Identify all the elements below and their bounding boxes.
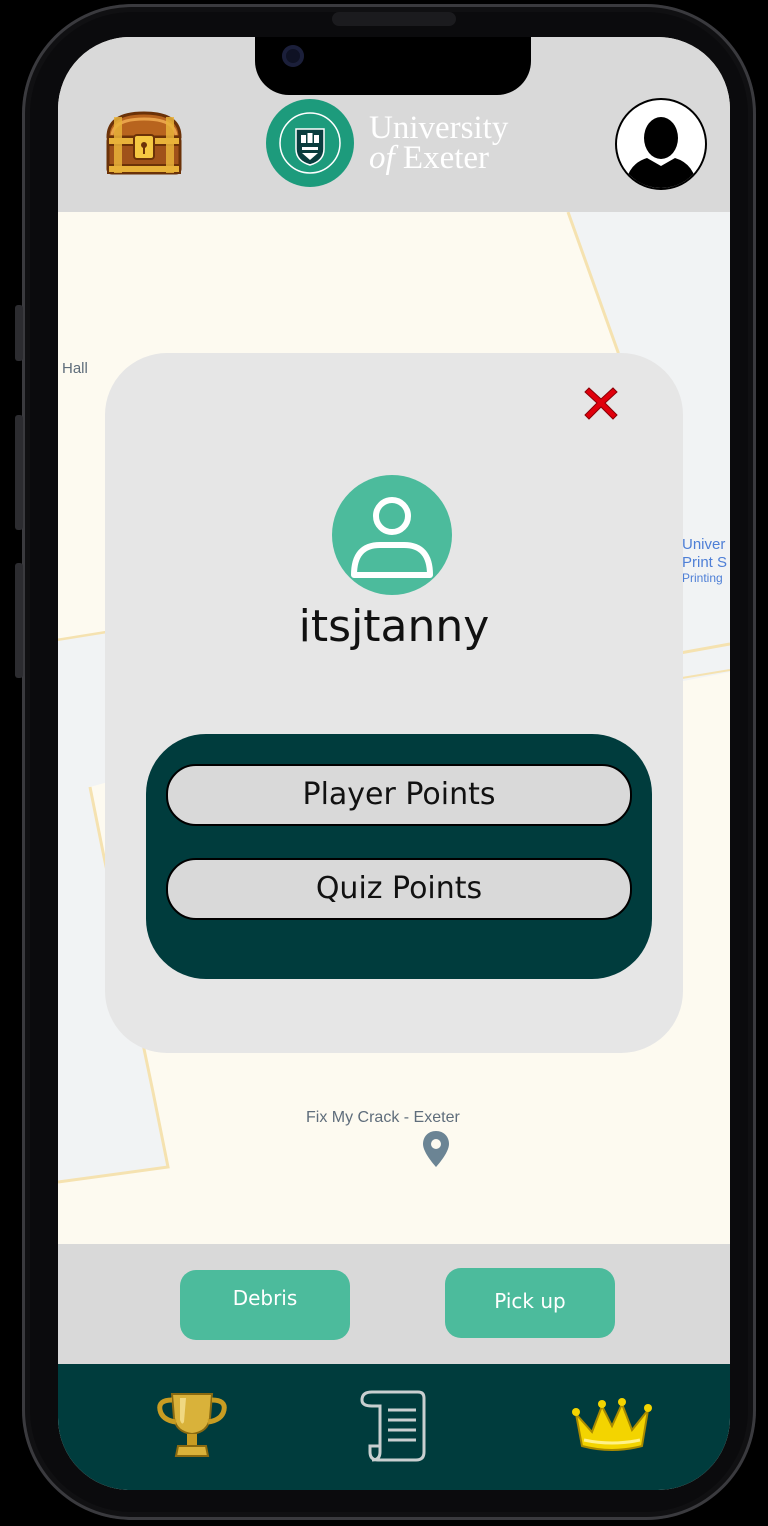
mute-switch [15, 305, 23, 361]
treasure-chest-icon[interactable] [102, 107, 186, 179]
university-wordmark: University of Exeter [369, 110, 509, 176]
map-label-print-3: Printing [682, 571, 723, 585]
map-pin-icon[interactable] [422, 1130, 450, 1168]
screen: Hall Univer Print S Printing Fix My Crac… [58, 37, 730, 1490]
action-bar: Debris Pick up [58, 1244, 730, 1364]
quiz-points-button[interactable]: Quiz Points [166, 858, 632, 920]
debris-button[interactable]: Debris [180, 1270, 350, 1340]
wordmark-of: of [369, 140, 395, 176]
wordmark-line1: University [369, 110, 509, 146]
bottom-nav [58, 1364, 730, 1490]
wordmark-exeter: Exeter [402, 140, 490, 176]
map-label-print-1: Univer [682, 536, 726, 553]
user-outline-icon [332, 475, 452, 595]
close-x-icon[interactable] [583, 385, 619, 421]
front-camera [282, 45, 304, 67]
map-label-print-2: Print S [682, 554, 728, 571]
player-points-button[interactable]: Player Points [166, 764, 632, 826]
speaker-grille [332, 12, 456, 26]
points-panel: Player Points Quiz Points [146, 734, 652, 979]
pickup-button[interactable]: Pick up [445, 1268, 615, 1338]
map-label-poi[interactable]: Fix My Crack - Exeter [306, 1109, 460, 1127]
user-silhouette-icon[interactable] [615, 98, 707, 190]
username: itsjtanny [298, 601, 490, 652]
map-label-hall: Hall [62, 360, 88, 377]
scroll-icon[interactable] [358, 1386, 438, 1466]
university-seal-logo [266, 99, 354, 187]
profile-modal: itsjtanny Player Points Quiz Points [105, 353, 683, 1053]
trophy-icon[interactable] [152, 1386, 232, 1466]
volume-up-button [15, 415, 23, 530]
volume-down-button [15, 563, 23, 678]
crown-icon[interactable] [572, 1386, 652, 1466]
